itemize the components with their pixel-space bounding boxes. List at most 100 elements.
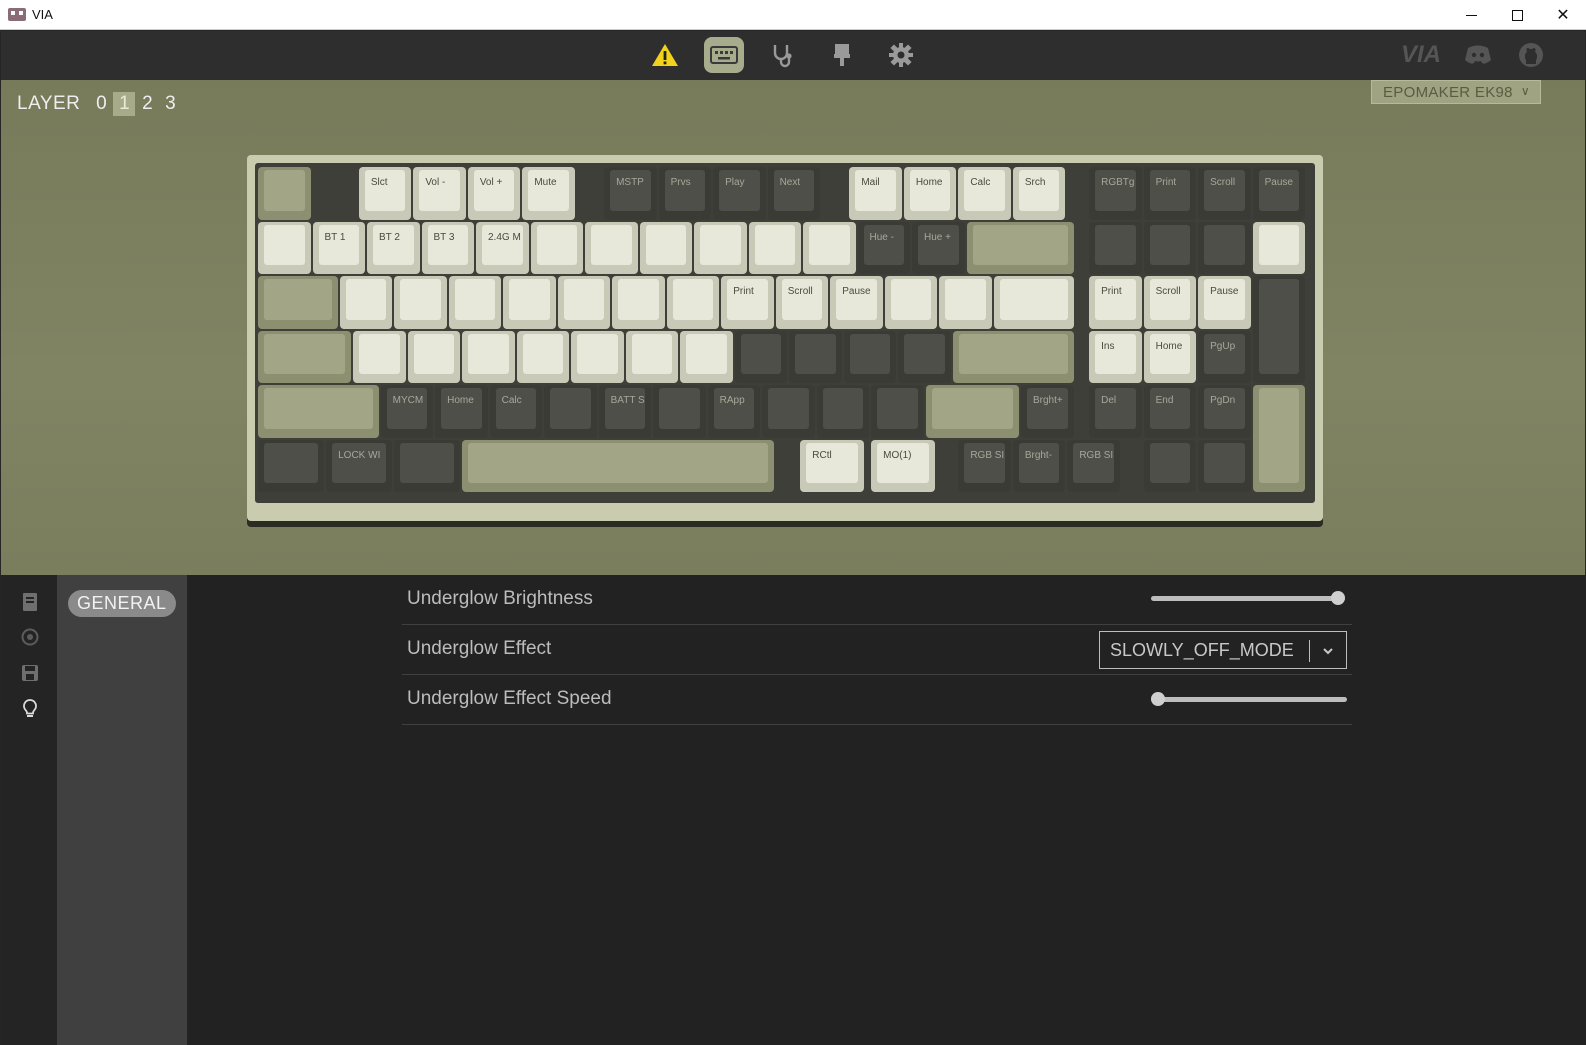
warning-icon[interactable] xyxy=(645,37,685,73)
underglow-brightness-slider[interactable] xyxy=(1151,591,1345,605)
layer-2-button[interactable]: 2 xyxy=(136,92,158,116)
keyboard-key[interactable]: RGBTg xyxy=(1089,167,1142,220)
keyboard-key[interactable]: Scroll xyxy=(1143,276,1197,329)
keyboard-key[interactable]: Brght+ xyxy=(1021,385,1074,438)
keyboard-key[interactable] xyxy=(1198,439,1251,492)
keyboard-key[interactable] xyxy=(394,439,461,492)
keyboard-key[interactable] xyxy=(258,385,379,438)
keyboard-key[interactable]: Prvs xyxy=(658,167,712,220)
keyboard-key[interactable]: End xyxy=(1143,385,1197,438)
keyboard-key[interactable] xyxy=(952,330,1074,383)
keyboard-key[interactable]: BT 2 xyxy=(367,221,420,274)
via-logo-link[interactable]: VIA xyxy=(1399,41,1443,69)
keyboard-key[interactable] xyxy=(871,385,924,438)
keyboard-key[interactable] xyxy=(653,385,706,438)
keyboard-key[interactable] xyxy=(694,221,747,274)
keyboard-key[interactable] xyxy=(516,330,570,383)
keyboard-key[interactable]: Play xyxy=(713,167,766,220)
minimize-button[interactable] xyxy=(1448,0,1494,30)
keyboard-key[interactable]: Slct xyxy=(358,167,412,220)
slider-thumb[interactable] xyxy=(1151,692,1165,706)
maximize-button[interactable] xyxy=(1494,0,1540,30)
keyboard-key[interactable] xyxy=(394,276,447,329)
keyboard-key[interactable]: Hue - xyxy=(857,221,910,274)
keyboard-key[interactable] xyxy=(639,221,692,274)
keyboard-key[interactable]: Home xyxy=(435,385,488,438)
keyboard-key[interactable]: BT 3 xyxy=(421,221,474,274)
keyboard-key[interactable]: Hue + xyxy=(912,221,965,274)
keyboard-key[interactable] xyxy=(530,221,583,274)
keyboard-key[interactable]: MSTP xyxy=(604,167,657,220)
underglow-effect-select[interactable]: SLOWLY_OFF_MODE xyxy=(1099,631,1347,669)
gear-icon[interactable] xyxy=(881,37,921,73)
keyboard-key[interactable] xyxy=(884,276,938,329)
keyboard-key[interactable] xyxy=(544,385,597,438)
keyboard-key[interactable] xyxy=(585,221,638,274)
keyboard-key[interactable] xyxy=(258,167,311,220)
keyboard-key[interactable]: Pause xyxy=(1252,167,1306,220)
keyboard-key[interactable] xyxy=(1252,276,1306,383)
keyboard-key[interactable]: LOCK WI xyxy=(326,439,393,492)
keyboard-key[interactable] xyxy=(1089,221,1142,274)
keyboard-key[interactable]: Print xyxy=(721,276,774,329)
keyboard-key[interactable]: Calc xyxy=(958,167,1011,220)
keyboard-key[interactable]: MYCM xyxy=(380,385,434,438)
keyboard-key[interactable] xyxy=(625,330,679,383)
slider-thumb[interactable] xyxy=(1331,591,1345,605)
keyboard-key[interactable] xyxy=(462,330,515,383)
keyboard-key[interactable] xyxy=(803,221,856,274)
keyboard-key[interactable]: Srch xyxy=(1012,167,1066,220)
keyboard-key[interactable]: RGB SI xyxy=(958,439,1011,492)
keyboard-key[interactable] xyxy=(258,276,338,329)
keyboard-key[interactable] xyxy=(898,330,951,383)
keyboard-key[interactable] xyxy=(1198,221,1251,274)
keyboard-key[interactable]: Print xyxy=(1089,276,1142,329)
keyboard-key[interactable]: RGB SI xyxy=(1067,439,1120,492)
keyboard-key[interactable]: Del xyxy=(1089,385,1142,438)
keyboard-key[interactable] xyxy=(925,385,1019,438)
keyboard-key[interactable] xyxy=(680,330,733,383)
keyboard-key[interactable]: Pause xyxy=(830,276,883,329)
keyboard-key[interactable]: RApp xyxy=(707,385,761,438)
keyboard-key[interactable] xyxy=(966,221,1074,274)
keyboard-key[interactable] xyxy=(843,330,897,383)
device-selector[interactable]: EPOMAKER EK98 ∨ xyxy=(1371,80,1541,104)
keyboard-key[interactable] xyxy=(353,330,406,383)
keyboard-key[interactable] xyxy=(462,439,774,492)
keyboard-key[interactable] xyxy=(1143,221,1197,274)
close-button[interactable]: ✕ xyxy=(1540,0,1586,30)
keyboard-key[interactable]: Mail xyxy=(849,167,902,220)
keyboard-key[interactable]: Mute xyxy=(522,167,575,220)
keyboard-key[interactable]: Pause xyxy=(1198,276,1251,329)
keyboard-key[interactable]: PgDn xyxy=(1198,385,1251,438)
github-icon[interactable] xyxy=(1516,41,1546,69)
keyboard-icon[interactable] xyxy=(704,37,744,73)
keyboard-key[interactable]: BT 1 xyxy=(312,221,365,274)
keyboard-key[interactable] xyxy=(258,330,352,383)
keyboard-key[interactable]: Scroll xyxy=(1198,167,1251,220)
category-general-button[interactable]: GENERAL xyxy=(68,590,176,617)
keyboard-key[interactable]: Scroll xyxy=(775,276,829,329)
keyboard-key[interactable]: 2.4G M xyxy=(476,221,529,274)
keyboard-key[interactable]: Print xyxy=(1143,167,1197,220)
keyboard-key[interactable] xyxy=(339,276,393,329)
keyboard-key[interactable] xyxy=(407,330,461,383)
keyboard-key[interactable]: Brght- xyxy=(1012,439,1066,492)
brush-icon[interactable] xyxy=(822,37,862,73)
keyboard-key[interactable]: RCtl xyxy=(800,439,864,492)
keyboard-key[interactable] xyxy=(816,385,870,438)
save-icon[interactable] xyxy=(21,664,41,684)
keyboard-key[interactable] xyxy=(1252,385,1306,492)
keyboard-key[interactable]: MO(1) xyxy=(871,439,935,492)
keyboard-key[interactable] xyxy=(762,385,815,438)
underglow-speed-slider[interactable] xyxy=(1151,692,1347,706)
macro-icon[interactable] xyxy=(21,628,41,648)
keyboard-key[interactable] xyxy=(258,439,325,492)
keyboard-key[interactable] xyxy=(993,276,1074,329)
layer-3-button[interactable]: 3 xyxy=(159,92,181,116)
keyboard-key[interactable] xyxy=(557,276,611,329)
keyboard-key[interactable] xyxy=(939,276,992,329)
layer-1-button[interactable]: 1 xyxy=(113,92,136,116)
lighting-icon[interactable] xyxy=(21,699,41,719)
keyboard-key[interactable]: Ins xyxy=(1089,330,1142,383)
